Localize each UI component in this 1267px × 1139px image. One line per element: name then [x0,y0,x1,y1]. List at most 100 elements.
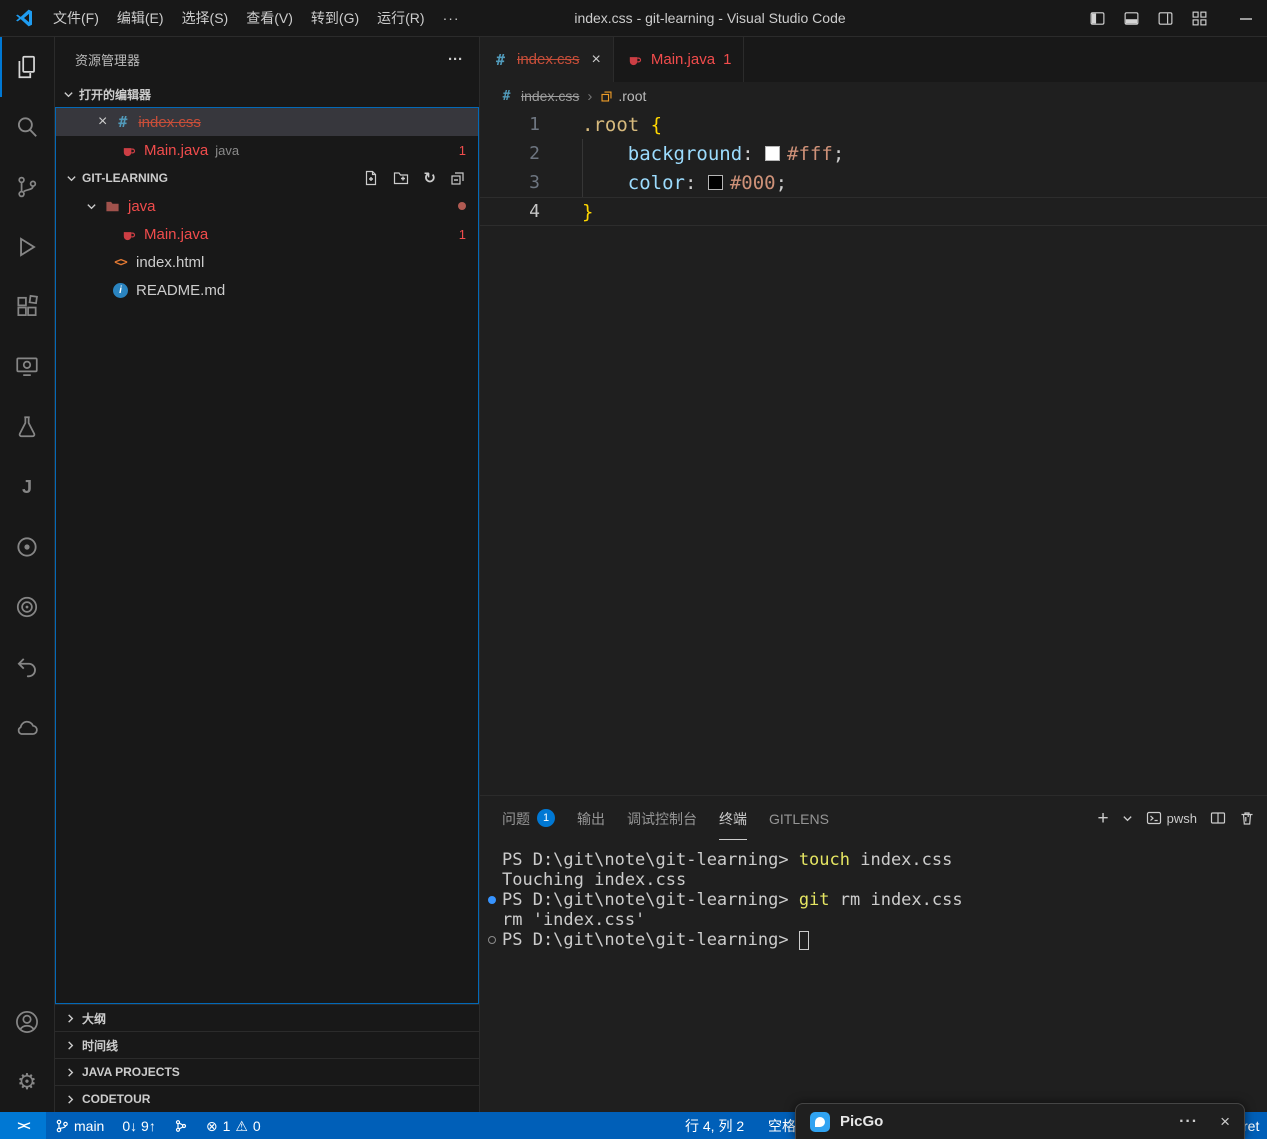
target-icon[interactable] [0,577,54,637]
refresh-icon[interactable]: ↻ [423,171,436,186]
git-branch-item[interactable]: main [46,1112,113,1139]
tree-file-index-html[interactable]: <> index.html [56,248,478,276]
tab-terminal[interactable]: 终端 [719,796,747,840]
menu-goto[interactable]: 转到(G) [302,0,368,36]
tab-debug-console[interactable]: 调试控制台 [627,796,697,840]
css-file-icon: # [492,51,509,69]
java-projects-label: JAVA PROJECTS [82,1065,180,1079]
code-line-4[interactable]: 4 } [480,197,1267,226]
split-terminal-icon[interactable] [1210,810,1226,826]
source-control-graph-item[interactable] [165,1112,197,1139]
search-icon[interactable] [0,97,54,157]
breadcrumb-file[interactable]: # index.css [498,88,579,104]
color-swatch-white[interactable] [765,146,780,161]
menu-edit[interactable]: 编辑(E) [108,0,173,36]
run-debug-icon[interactable] [0,217,54,277]
menu-file[interactable]: 文件(F) [44,0,108,36]
terminal-instance-pwsh[interactable]: pwsh [1146,810,1197,826]
toast-close-icon[interactable]: × [1220,1112,1230,1132]
activity-bar-spacer [0,757,54,992]
minimize-icon[interactable] [1239,12,1253,26]
chevron-right-icon [65,1013,76,1024]
git-sync-item[interactable]: 0↓ 9↑ [113,1112,164,1139]
tab-problems[interactable]: 问题 1 [502,796,555,840]
line-number: 4 [480,201,540,222]
problem-count-badge: 1 [723,51,731,68]
new-terminal-icon[interactable]: + [1098,809,1109,828]
open-editors-section-header[interactable]: 打开的编辑器 [55,81,479,107]
sidebar-more-actions-icon[interactable]: ··· [448,51,463,68]
explorer-icon[interactable] [0,37,54,97]
code-line-2[interactable]: 2 background: #fff; [480,139,1267,168]
extensions-icon[interactable] [0,277,54,337]
tab-index-css[interactable]: # index.css × [480,37,614,82]
tab-output[interactable]: 输出 [577,796,605,840]
remote-indicator[interactable]: >< [0,1112,46,1139]
indentation-item[interactable]: 空格 [768,1112,796,1139]
tree-folder-java[interactable]: java [56,192,478,220]
cursor-position-item[interactable]: 行 4, 列 2 [685,1112,744,1139]
timeline-section-header[interactable]: 时间线 [55,1031,479,1058]
clipped-status-item[interactable]: ret [1243,1112,1259,1139]
close-tab-icon[interactable]: × [592,51,601,69]
outline-label: 大纲 [82,1010,106,1027]
color-swatch-black[interactable] [708,175,723,190]
kill-terminal-trash-icon[interactable] [1239,810,1255,826]
menu-selection[interactable]: 选择(S) [173,0,238,36]
terminal-profile-dropdown-icon[interactable] [1122,813,1133,824]
terminal[interactable]: PS D:\git\note\git-learning> touch index… [480,840,1267,1112]
tree-file-main-java[interactable]: Main.java 1 [56,220,478,248]
open-editor-index-css[interactable]: × # index.css [56,108,478,136]
sync-status: 0↓ 9↑ [122,1118,155,1134]
terminal-prompt-line[interactable]: PS D:\git\note\git-learning> [502,930,1267,950]
problems-count-badge: 1 [537,809,555,827]
breadcrumb-symbol[interactable]: .root [600,88,646,104]
codetour-undo-icon[interactable] [0,637,54,697]
error-icon: ⊗ [206,1119,218,1133]
tree-file-readme[interactable]: i README.md [56,276,478,304]
code-line-1[interactable]: 1 .root { [480,110,1267,139]
toggle-panel-icon[interactable] [1123,10,1140,27]
explorer-tree: × # index.css Main.java java 1 GIT-LEARN… [55,107,479,1004]
title-bar: 文件(F) 编辑(E) 选择(S) 查看(V) 转到(G) 运行(R) ··· … [0,0,1267,37]
testing-icon[interactable] [0,397,54,457]
java-projects-section-header[interactable]: JAVA PROJECTS [55,1058,479,1085]
workspace-section-header[interactable]: GIT-LEARNING ↻ [56,164,478,192]
gradle-icon[interactable] [0,517,54,577]
java-extension-icon[interactable]: J [0,457,54,517]
codetour-section-header[interactable]: CODETOUR [55,1085,479,1112]
open-editors-label: 打开的编辑器 [79,86,151,103]
code-editor[interactable]: 1 .root { 2 background: #fff; 3 color: #… [480,110,1267,795]
remote-explorer-icon[interactable] [0,337,54,397]
menu-view[interactable]: 查看(V) [237,0,302,36]
sidebar-header: 资源管理器 ··· [55,37,479,81]
toggle-secondary-sidebar-icon[interactable] [1157,10,1174,27]
close-editor-icon[interactable]: × [98,114,107,130]
terminal-cursor [799,931,809,950]
toast-actions: ··· × [1179,1112,1230,1132]
code-line-3[interactable]: 3 color: #000; [480,168,1267,197]
toast-more-icon[interactable]: ··· [1179,1113,1198,1131]
new-file-icon[interactable] [363,170,379,186]
customize-layout-icon[interactable] [1191,10,1208,27]
graph-icon [174,1119,188,1133]
remote-icon: >< [17,1118,28,1133]
info-file-icon: i [112,283,129,298]
menu-run[interactable]: 运行(R) [368,0,433,36]
settings-gear-icon[interactable]: ⚙ [0,1052,54,1112]
source-control-icon[interactable] [0,157,54,217]
account-icon[interactable] [0,992,54,1052]
tree-empty-space[interactable] [56,304,478,1003]
new-folder-icon[interactable] [393,170,409,186]
outline-section-header[interactable]: 大纲 [55,1004,479,1031]
collapse-all-icon[interactable] [450,170,466,186]
chevron-down-icon [86,201,97,212]
breadcrumb: # index.css › .root [480,82,1267,110]
toggle-sidebar-icon[interactable] [1089,10,1106,27]
problems-item[interactable]: ⊗ 1 ⚠ 0 [197,1112,270,1139]
tab-main-java[interactable]: Main.java 1 [614,37,745,82]
open-editor-main-java[interactable]: Main.java java 1 [56,136,478,164]
cloud-icon[interactable] [0,697,54,757]
tab-gitlens[interactable]: GITLENS [769,796,829,840]
menu-overflow[interactable]: ··· [434,0,469,36]
